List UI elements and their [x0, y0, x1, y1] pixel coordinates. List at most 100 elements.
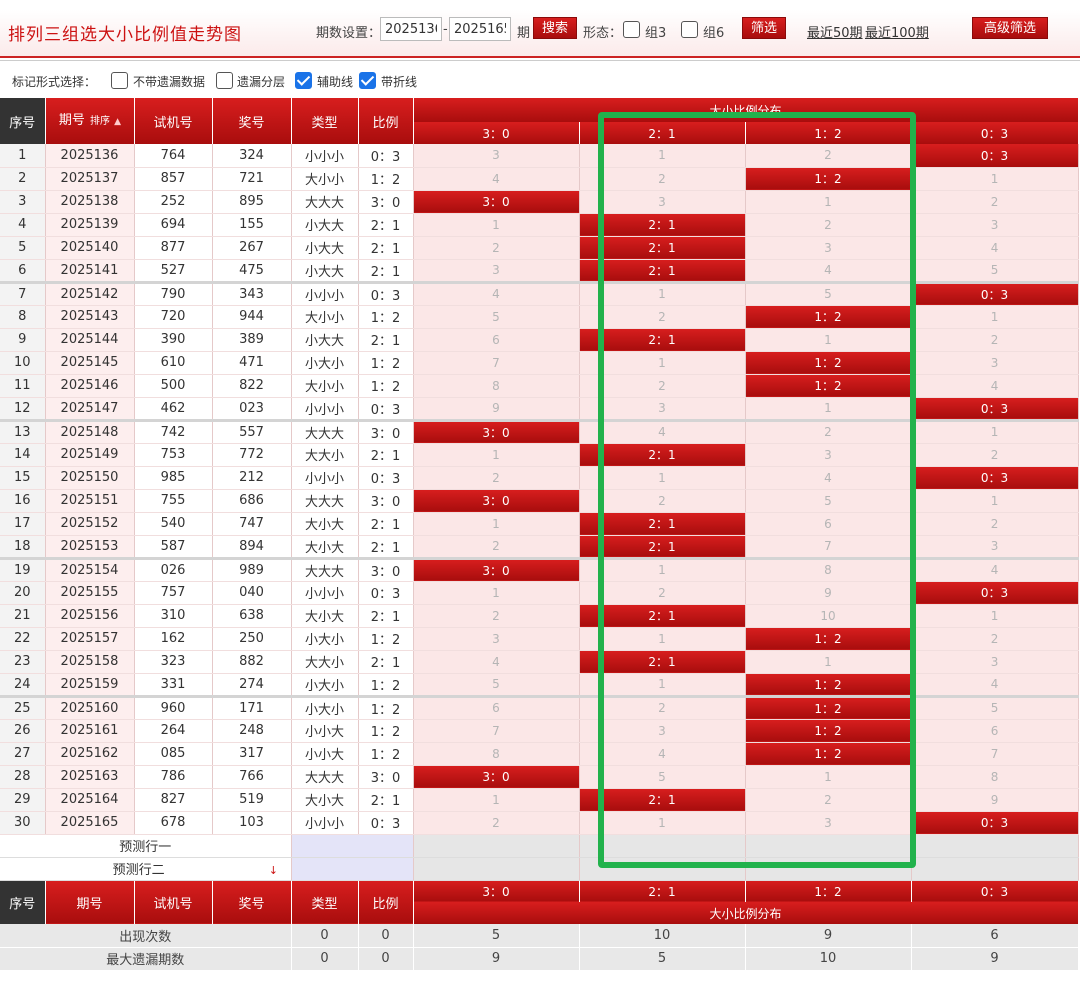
sort-icon[interactable]: ▲	[114, 117, 121, 127]
sort-button[interactable]: 排序	[90, 116, 110, 127]
stat-max-omit-label: 最大遗漏期数	[0, 947, 292, 971]
cell-trial: 877	[134, 236, 213, 260]
dist-omit-cell: 3	[911, 650, 1079, 674]
dist-hit-cell: 3：0	[413, 420, 580, 444]
filter-button[interactable]: 筛选	[742, 17, 786, 39]
cell-type: 大小大	[291, 512, 359, 536]
cell-seq: 29	[0, 788, 46, 812]
dist-omit-cell: 2	[579, 305, 746, 329]
dist-omit-cell: 7	[413, 719, 580, 743]
polyline-checkbox[interactable]	[359, 72, 376, 89]
stat-max-omit-value: 9	[413, 947, 580, 971]
dist-omit-cell: 2	[413, 466, 580, 490]
cell-ratio: 2：1	[358, 788, 414, 812]
dist-omit-cell: 5	[745, 489, 912, 513]
cell-type: 小大大	[291, 259, 359, 284]
predict-row-2-cell[interactable]	[911, 857, 1079, 881]
dist-omit-cell: 6	[745, 512, 912, 536]
cell-trial: 694	[134, 213, 213, 237]
cell-seq: 10	[0, 351, 46, 375]
dist-omit-cell: 2	[413, 535, 580, 560]
group3-checkbox[interactable]	[623, 21, 640, 38]
predict-row-2-input[interactable]	[291, 857, 414, 881]
stat-max-omit-value: 5	[579, 947, 746, 971]
predict-row-2-cell[interactable]	[745, 857, 912, 881]
col-header-trial: 试机号	[134, 98, 213, 144]
period-to-input[interactable]	[449, 17, 511, 41]
recent-50-link[interactable]: 最近50期	[807, 22, 863, 41]
dist-hit-cell: 3：0	[413, 190, 580, 214]
cell-period: 2025160	[45, 696, 135, 720]
period-from-input[interactable]	[380, 17, 442, 41]
table-row: 5 2025140 877 267 小大大 2：1 2 2：1 3 4	[0, 236, 1079, 260]
omission-layer-label: 遗漏分层	[237, 75, 286, 89]
cell-ratio: 0：3	[358, 397, 414, 422]
cell-ratio: 0：3	[358, 466, 414, 490]
cell-trial: 310	[134, 604, 213, 628]
dist-hit-cell: 2：1	[579, 512, 746, 536]
cell-trial: 252	[134, 190, 213, 214]
predict-row-1-cell[interactable]	[911, 834, 1079, 858]
table-row: 1 2025136 764 324 小小小 0：3 3 1 2 0：3	[0, 144, 1079, 168]
predict-row-1-input[interactable]	[291, 834, 414, 858]
dist-col-0-3: 0：3	[911, 122, 1079, 144]
predict-row-2-cell[interactable]	[579, 857, 746, 881]
cell-ratio: 3：0	[358, 190, 414, 214]
cell-type: 小大小	[291, 696, 359, 720]
cell-period: 2025161	[45, 719, 135, 743]
dist-hit-cell: 2：1	[579, 535, 746, 560]
stat-count-value: 9	[745, 924, 912, 948]
omission-layer-checkbox[interactable]	[216, 72, 233, 89]
cell-period: 2025162	[45, 742, 135, 766]
predict-row-2-cell[interactable]	[413, 857, 580, 881]
cell-award: 317	[212, 742, 292, 766]
table-row: 13 2025148 742 557 大大大 3：0 3：0 4 2 1	[0, 420, 1079, 444]
dist-omit-cell: 4	[579, 420, 746, 444]
cell-type: 大小大	[291, 535, 359, 560]
cell-award: 638	[212, 604, 292, 628]
cell-ratio: 1：2	[358, 742, 414, 766]
predict-row-1-cell[interactable]	[745, 834, 912, 858]
dist-omit-cell: 1	[579, 558, 746, 582]
table-row: 6 2025141 527 475 小大大 2：1 3 2：1 4 5	[0, 259, 1079, 284]
dist-hit-cell: 0：3	[911, 282, 1079, 306]
footer-dist-col-0-3: 0：3	[911, 880, 1079, 902]
dist-omit-cell: 4	[911, 374, 1079, 398]
dist-omit-cell: 4	[911, 558, 1079, 582]
cell-type: 大大小	[291, 443, 359, 467]
dist-hit-cell: 0：3	[911, 397, 1079, 422]
table-row: 14 2025149 753 772 大大小 2：1 1 2：1 3 2	[0, 443, 1079, 467]
cell-ratio: 1：2	[358, 627, 414, 651]
cell-ratio: 3：0	[358, 489, 414, 513]
predict-row-1-cell[interactable]	[579, 834, 746, 858]
cell-seq: 6	[0, 259, 46, 284]
period-unit: 期	[517, 26, 531, 41]
arrow-down-icon[interactable]: ↓	[269, 864, 278, 877]
dist-omit-cell: 5	[911, 696, 1079, 720]
group6-checkbox[interactable]	[681, 21, 698, 38]
cell-seq: 2	[0, 167, 46, 191]
table-row: 18 2025153 587 894 大小大 2：1 2 2：1 7 3	[0, 535, 1079, 560]
cell-period: 2025164	[45, 788, 135, 812]
recent-100-link[interactable]: 最近100期	[865, 22, 929, 41]
table-row: 20 2025155 757 040 小小小 0：3 1 2 9 0：3	[0, 581, 1079, 605]
advanced-filter-button[interactable]: 高级筛选	[972, 17, 1048, 39]
guide-line-checkbox[interactable]	[295, 72, 312, 89]
no-omission-checkbox[interactable]	[111, 72, 128, 89]
dist-omit-cell: 4	[745, 259, 912, 284]
search-button[interactable]: 搜索	[533, 17, 577, 39]
stat-max-omit-value: 9	[911, 947, 1079, 971]
stat-max-omit-value: 10	[745, 947, 912, 971]
cell-award: 250	[212, 627, 292, 651]
cell-period: 2025165	[45, 811, 135, 835]
dist-col-3-0: 3：0	[413, 122, 580, 144]
dist-hit-cell: 3：0	[413, 558, 580, 582]
cell-seq: 24	[0, 673, 46, 698]
cell-award: 772	[212, 443, 292, 467]
predict-row-1-cell[interactable]	[413, 834, 580, 858]
cell-period: 2025136	[45, 144, 135, 168]
col-header-seq: 序号	[0, 98, 46, 144]
cell-period: 2025156	[45, 604, 135, 628]
dist-omit-cell: 6	[911, 719, 1079, 743]
dist-omit-cell: 1	[579, 282, 746, 306]
